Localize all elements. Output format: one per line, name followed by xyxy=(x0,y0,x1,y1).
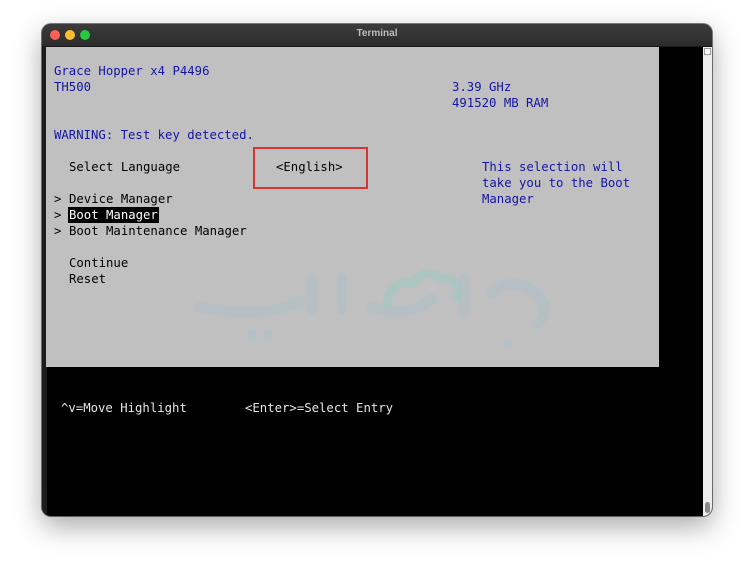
ram-size: 491520 MB RAM xyxy=(452,96,549,110)
help-text-line-1: This selection will xyxy=(482,160,623,174)
scroll-up-arrow-icon[interactable] xyxy=(704,48,711,55)
scrollbar-track[interactable] xyxy=(703,47,712,516)
menu-item-device-manager[interactable]: Device Manager xyxy=(69,191,173,207)
cpu-speed: 3.39 GHz xyxy=(452,80,512,94)
help-text-line-3: Manager xyxy=(482,192,534,206)
bios-screen: Grace Hopper x4 P4496 TH500 3.39 GHz 491… xyxy=(46,47,659,367)
select-language-label: Select Language xyxy=(69,160,181,174)
menu-item-boot-manager[interactable]: Boot Manager xyxy=(68,207,159,223)
platform-name: TH500 xyxy=(54,80,92,94)
warning-message: WARNING: Test key detected. xyxy=(54,128,254,142)
submenu-arrow-icon: > xyxy=(54,208,62,222)
scrollbar-thumb[interactable] xyxy=(705,502,710,513)
title-bar: Terminal xyxy=(42,24,712,47)
menu-item-reset[interactable]: Reset xyxy=(69,271,106,287)
language-highlight-annotation xyxy=(253,147,368,189)
window-title: Terminal xyxy=(356,28,398,39)
select-entry-hint: <Enter>=Select Entry xyxy=(245,401,394,415)
help-text-line-2: take you to the Boot xyxy=(482,176,631,190)
menu-item-boot-maintenance-manager[interactable]: Boot Maintenance Manager xyxy=(69,223,247,239)
submenu-arrow-icon: > xyxy=(54,224,62,238)
terminal-window: Terminal Grace Hopper x4 P4496 TH500 3.3… xyxy=(42,24,712,516)
menu-item-continue[interactable]: Continue xyxy=(69,255,128,271)
submenu-arrow-icon: > xyxy=(54,192,62,206)
move-highlight-hint: ^v=Move Highlight xyxy=(61,401,187,415)
system-model: Grace Hopper x4 P4496 xyxy=(54,64,210,78)
